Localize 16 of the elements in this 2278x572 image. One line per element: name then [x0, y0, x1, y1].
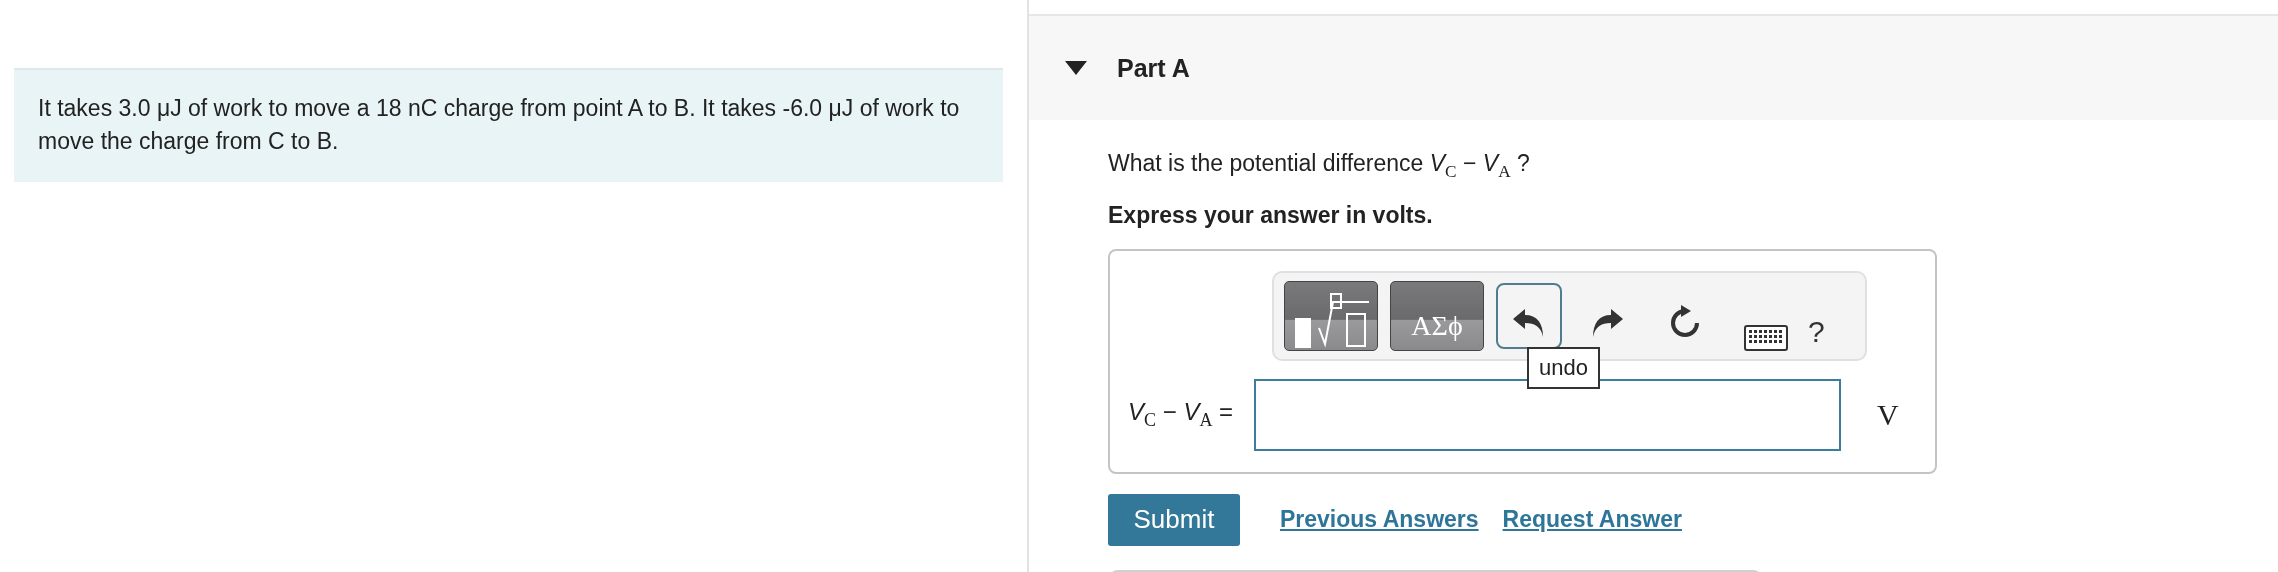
- equation-label: V$_{C}$ − V$_{A}$ =: [1128, 398, 1235, 431]
- part-title: Part A: [1117, 53, 1190, 83]
- tooltip: undo: [1527, 346, 1600, 389]
- question-text: What is the potential difference V$_{C}$ − V$_{A}$ ?: [1108, 150, 1531, 182]
- instruction-text: Express your answer in volts.: [1108, 201, 1434, 229]
- keyboard-icon[interactable]: [1744, 324, 1788, 351]
- answer-link[interactable]: Previous Answers: [1280, 506, 1479, 534]
- templates-button[interactable]: [1284, 280, 1378, 351]
- submit-button[interactable]: Submit: [1108, 493, 1240, 546]
- answer-field[interactable]: [1254, 378, 1841, 451]
- answer-link[interactable]: Request Answer: [1502, 506, 1682, 534]
- problem-statement: It takes 3.0 μJ of work to move a 18 nC charge from point A to B. It takes -6.0 μJ of work to move the charge from C to B.: [14, 68, 1003, 182]
- unit-label: V: [1877, 397, 1899, 432]
- help-button[interactable]: ?: [1808, 314, 1825, 355]
- collapse-triangle-icon[interactable]: [1065, 61, 1087, 75]
- symbols-button[interactable]: ΑΣϕ: [1390, 280, 1484, 351]
